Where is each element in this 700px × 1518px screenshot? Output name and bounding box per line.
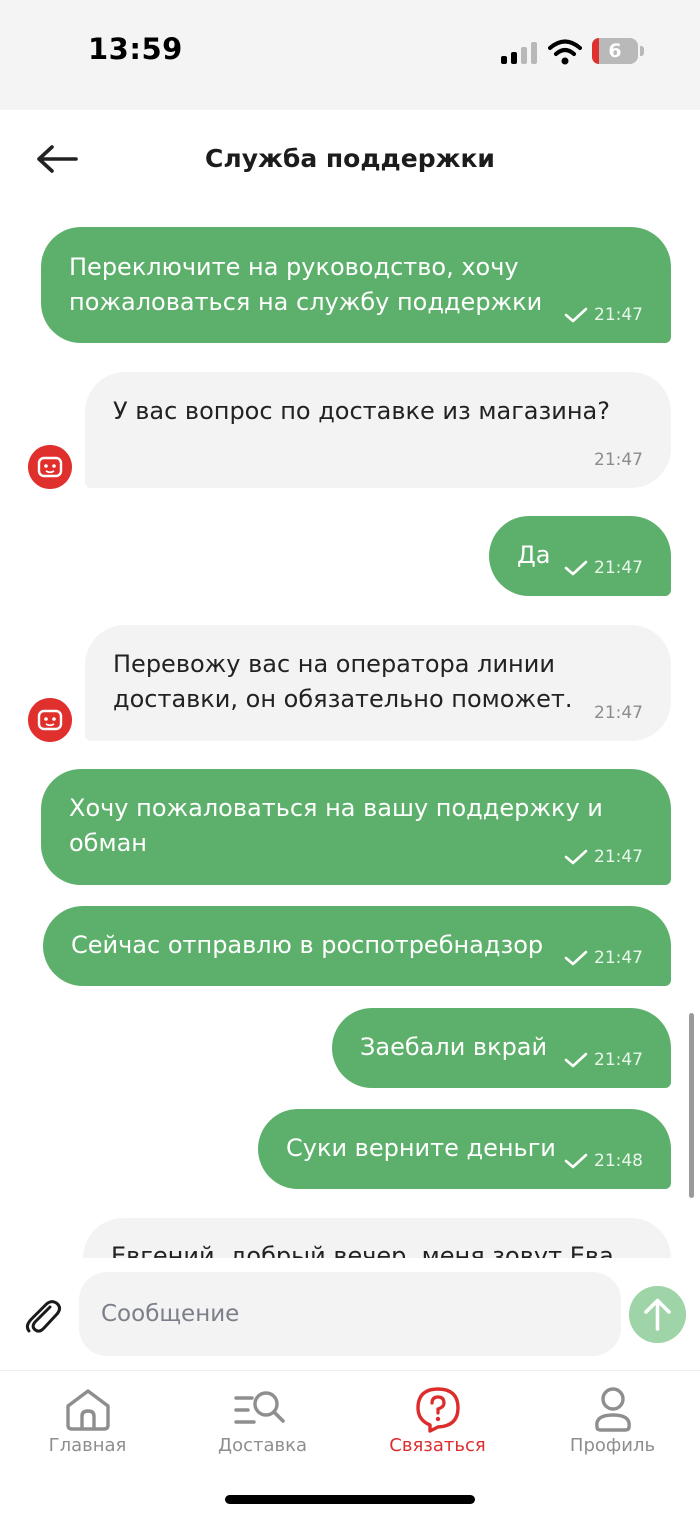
message-time: 21:47	[594, 305, 643, 325]
outgoing-message[interactable]: Хочу пожаловаться на вашу поддержку и об…	[41, 769, 671, 885]
chat-messages[interactable]: Переключите на руководство, хочу пожалов…	[0, 206, 700, 1258]
message-time: 21:47	[594, 450, 643, 470]
profile-icon	[595, 1387, 631, 1432]
message-time: 21:47	[594, 1050, 643, 1070]
battery-icon: 6	[592, 38, 638, 64]
message-text: У вас вопрос по доставке из магазина?	[113, 397, 611, 425]
message-time: 21:47	[594, 847, 643, 867]
tab-delivery[interactable]: Доставка	[175, 1371, 350, 1471]
message-meta: 21:47	[564, 847, 643, 867]
message-meta: 21:47	[594, 703, 643, 723]
composer	[0, 1258, 700, 1370]
home-icon	[66, 1389, 110, 1431]
wifi-icon	[548, 39, 582, 65]
status-bar: 13:59 6	[0, 0, 700, 110]
paperclip-icon[interactable]	[23, 1298, 63, 1334]
message-text: Переключите на руководство, хочу пожалов…	[69, 253, 543, 316]
message-meta: 21:48	[564, 1151, 643, 1171]
battery-tip	[640, 46, 644, 56]
message-time: 21:47	[594, 558, 643, 578]
check-icon	[564, 307, 588, 323]
tab-label: Главная	[48, 1435, 127, 1456]
nav-header: Служба поддержки	[0, 110, 700, 206]
tab-home[interactable]: Главная	[0, 1371, 175, 1471]
delivery-search-icon	[234, 1391, 285, 1424]
message-time: 21:47	[594, 948, 643, 968]
status-time: 13:59	[88, 32, 183, 66]
battery-level: 6	[608, 40, 622, 62]
tab-label: Доставка	[218, 1435, 307, 1456]
message-meta: 21:47	[564, 305, 643, 325]
message-meta: 21:47	[564, 1050, 643, 1070]
message-time: 21:48	[594, 1151, 643, 1171]
outgoing-message[interactable]: Суки верните деньги 21:48	[258, 1109, 671, 1189]
bot-avatar-icon	[28, 445, 72, 489]
check-icon	[564, 1052, 588, 1068]
incoming-message[interactable]: Перевожу вас на оператора линии доставки…	[85, 625, 671, 741]
bot-avatar-icon	[28, 698, 72, 742]
scrollbar[interactable]	[689, 1013, 694, 1198]
tab-profile[interactable]: Профиль	[525, 1371, 700, 1471]
message-time: 21:47	[594, 703, 643, 723]
message-text: Суки верните деньги	[286, 1134, 556, 1162]
message-meta: 21:47	[594, 450, 643, 470]
tab-label: Профиль	[569, 1435, 656, 1456]
signal-icon	[501, 42, 539, 64]
incoming-message[interactable]: Евгений, добрый вечер, меня зовут Ева	[83, 1218, 671, 1258]
check-icon	[564, 560, 588, 576]
message-text: Заебали вкрай	[360, 1033, 548, 1061]
outgoing-message[interactable]: Переключите на руководство, хочу пожалов…	[41, 227, 671, 343]
message-text: Евгений, добрый вечер, меня зовут Ева	[111, 1242, 614, 1258]
outgoing-message[interactable]: Сейчас отправлю в роспотребнадзор 21:47	[43, 906, 671, 986]
outgoing-message[interactable]: Заебали вкрай 21:47	[332, 1008, 671, 1088]
message-text: Да	[517, 541, 551, 569]
message-input[interactable]	[79, 1272, 621, 1356]
message-meta: 21:47	[564, 948, 643, 968]
tab-label: Связаться	[389, 1435, 486, 1456]
message-text: Сейчас отправлю в роспотребнадзор	[71, 931, 544, 959]
check-icon	[564, 1153, 588, 1169]
message-text: Перевожу вас на оператора линии доставки…	[113, 650, 573, 713]
send-button[interactable]	[629, 1286, 686, 1343]
home-indicator	[225, 1495, 475, 1504]
check-icon	[564, 950, 588, 966]
message-meta: 21:47	[564, 558, 643, 578]
check-icon	[564, 849, 588, 865]
incoming-message[interactable]: У вас вопрос по доставке из магазина? 21…	[85, 372, 671, 488]
support-chat-icon	[416, 1387, 460, 1433]
message-text: Хочу пожаловаться на вашу поддержку и об…	[69, 794, 603, 857]
tab-contact[interactable]: Связаться	[350, 1371, 525, 1471]
page-title: Служба поддержки	[205, 144, 495, 173]
outgoing-message[interactable]: Да 21:47	[489, 516, 671, 596]
